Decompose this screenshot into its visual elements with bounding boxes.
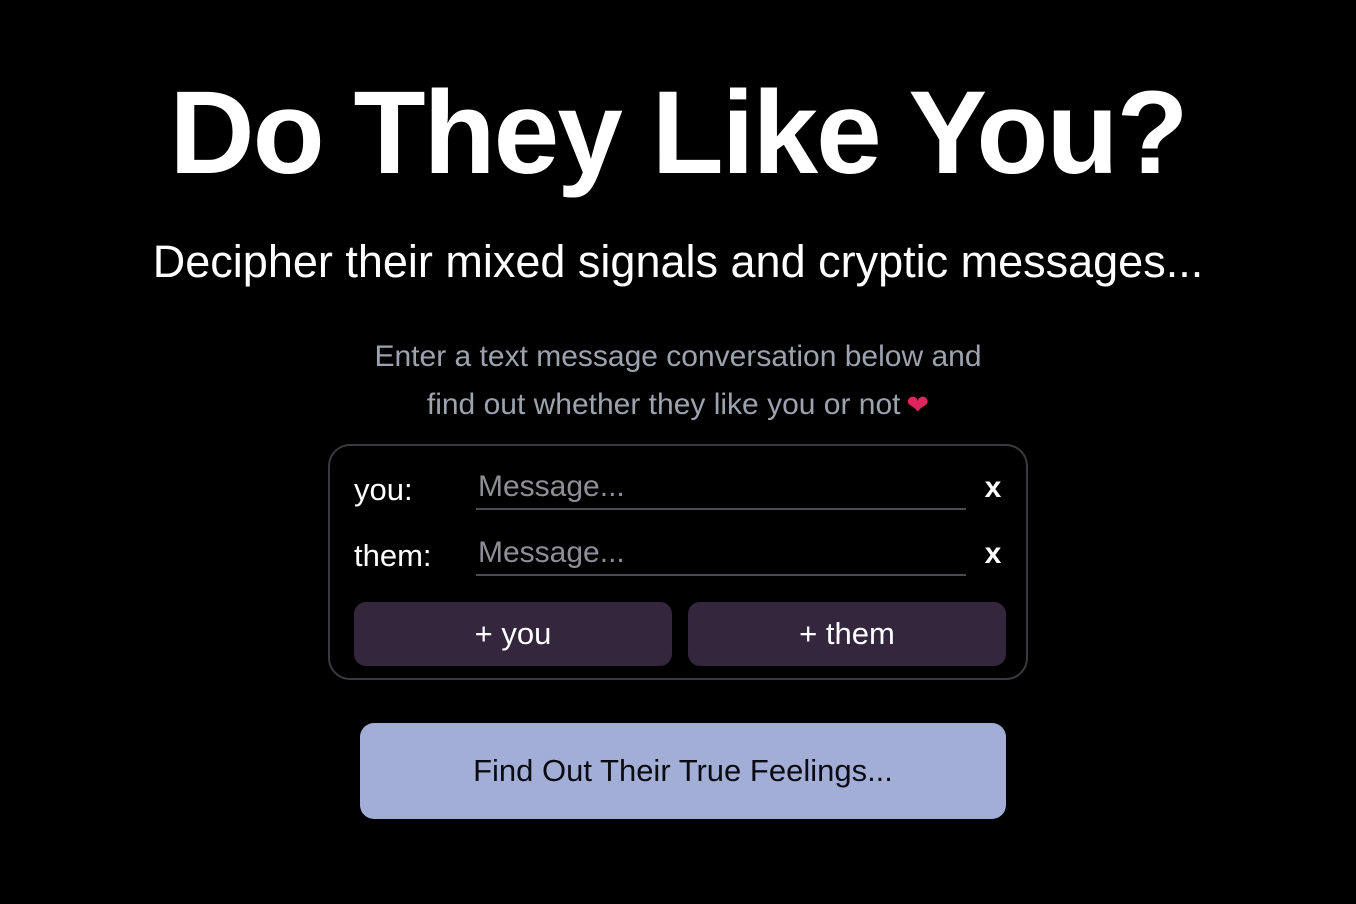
intro-line-2: find out whether they like you or not bbox=[426, 388, 901, 421]
message-input-them[interactable] bbox=[476, 532, 966, 576]
message-sender-label: them: bbox=[354, 538, 432, 573]
add-them-message-button[interactable]: + them bbox=[688, 602, 1006, 666]
remove-message-button[interactable]: x bbox=[980, 468, 1006, 508]
conversation-card: you: x them: x + you + them bbox=[328, 444, 1028, 680]
add-you-message-button[interactable]: + you bbox=[354, 602, 672, 666]
page-subtitle: Decipher their mixed signals and cryptic… bbox=[152, 236, 1204, 287]
message-input-you[interactable] bbox=[476, 466, 966, 510]
intro-line-1: Enter a text message conversation below … bbox=[374, 340, 982, 373]
heart-icon: ❤ bbox=[906, 390, 930, 421]
message-row-them: them: x bbox=[354, 532, 1004, 580]
message-sender-label: you: bbox=[354, 472, 413, 507]
find-out-feelings-button[interactable]: Find Out Their True Feelings... bbox=[360, 723, 1006, 819]
intro-text: Enter a text message conversation below … bbox=[328, 333, 1028, 430]
message-row-you: you: x bbox=[354, 466, 1004, 514]
page-title: Do They Like You? bbox=[169, 67, 1188, 199]
remove-message-button[interactable]: x bbox=[980, 534, 1006, 574]
page: Do They Like You? Decipher their mixed s… bbox=[0, 0, 1356, 904]
